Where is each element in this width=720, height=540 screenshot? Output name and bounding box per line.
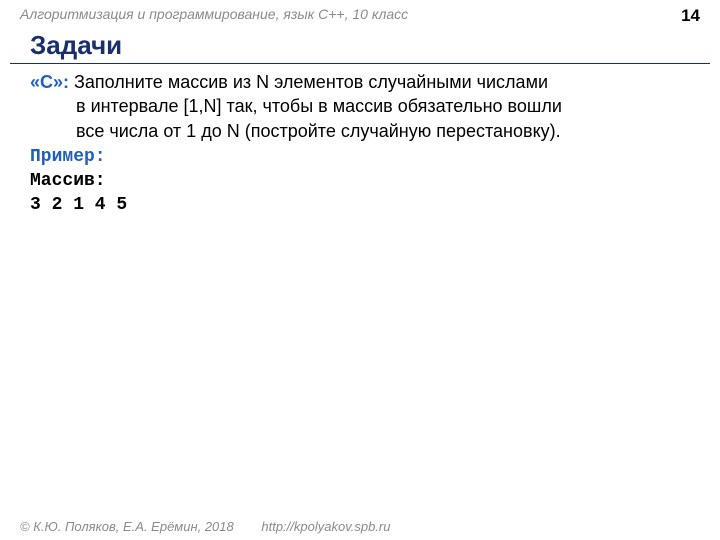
task-line-2: в интервале [1,N] так, чтобы в массив об…	[76, 94, 690, 118]
task-block: «С»: Заполните массив из N элементов слу…	[30, 70, 690, 143]
content: «С»: Заполните массив из N элементов слу…	[0, 64, 720, 218]
title-block: Задачи	[10, 30, 710, 64]
array-values: 3 2 1 4 5	[30, 193, 690, 217]
copyright: © К.Ю. Поляков, Е.А. Ерёмин, 2018	[20, 519, 234, 534]
page-number: 14	[681, 6, 700, 26]
footer-url: http://kpolyakov.spb.ru	[261, 519, 390, 534]
breadcrumb: Алгоритмизация и программирование, язык …	[20, 6, 408, 22]
task-line-3: все числа от 1 до N (постройте случайную…	[76, 119, 690, 143]
header: Алгоритмизация и программирование, язык …	[0, 0, 720, 30]
array-label: Массив:	[30, 169, 690, 193]
page-title: Задачи	[30, 30, 690, 61]
example-label: Пример:	[30, 145, 690, 169]
task-label: «С»:	[30, 72, 69, 92]
footer: © К.Ю. Поляков, Е.А. Ерёмин, 2018 http:/…	[20, 519, 700, 534]
task-line-1: Заполните массив из N элементов случайны…	[69, 72, 548, 92]
